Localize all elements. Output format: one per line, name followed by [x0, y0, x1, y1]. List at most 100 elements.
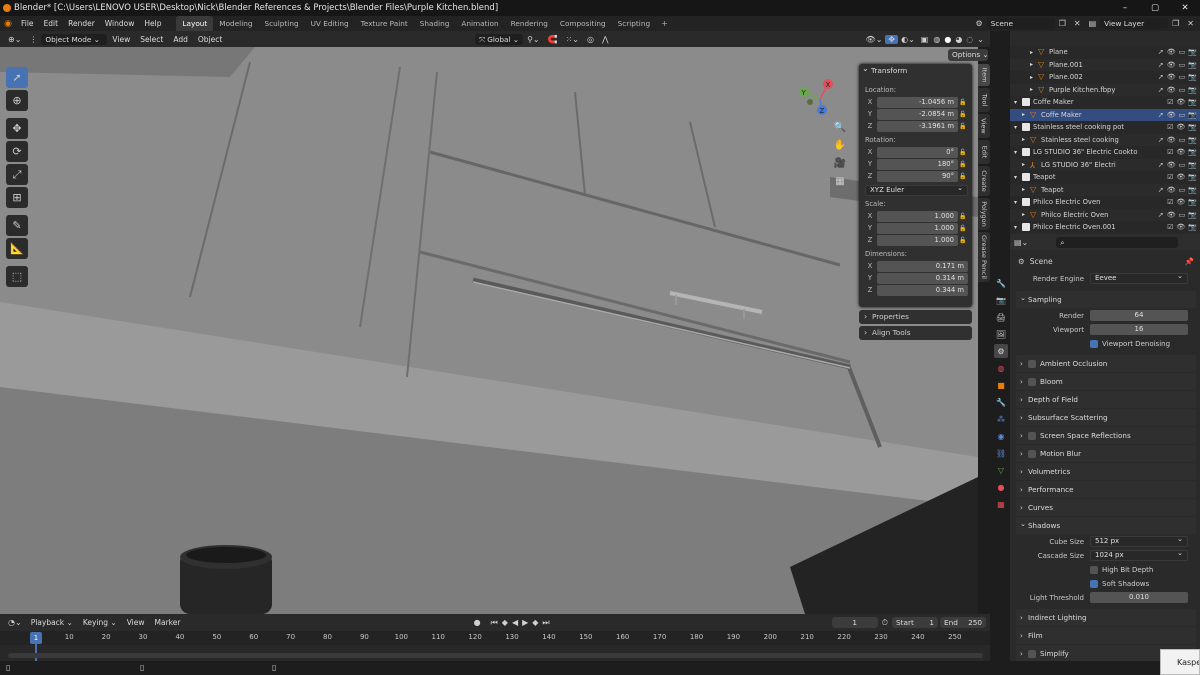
- outliner-row[interactable]: ▸ ▽ Plane.001 ➚ 👁 ▭ 📷: [1010, 58, 1200, 71]
- section-indirect-lighting[interactable]: Indirect Lighting: [1016, 609, 1196, 626]
- close-window-button[interactable]: ✕: [1170, 0, 1200, 16]
- snap-target-icon[interactable]: ⁙⌄: [562, 35, 583, 44]
- shadows-section[interactable]: Shadows: [1016, 515, 1196, 534]
- proportional-edit-icon[interactable]: ◎: [583, 35, 598, 44]
- render-camera-icon[interactable]: 📷: [1188, 46, 1197, 59]
- section-screen-space-reflections[interactable]: Screen Space Reflections: [1016, 427, 1196, 444]
- render-camera-icon[interactable]: 📷: [1188, 146, 1197, 159]
- scene-tab-icon[interactable]: ⚙: [994, 344, 1008, 358]
- add-workspace-button[interactable]: +: [656, 19, 673, 28]
- visibility-eye-icon[interactable]: 👁: [1167, 159, 1176, 172]
- section-enable-checkbox[interactable]: [1028, 650, 1036, 658]
- location-z-field[interactable]: -3.1961 m: [877, 120, 958, 132]
- section-enable-checkbox[interactable]: [1028, 450, 1036, 458]
- tab-uv-editing[interactable]: UV Editing: [305, 16, 355, 31]
- exclude-checkbox-icon[interactable]: ☑: [1167, 121, 1173, 134]
- render-samples-field[interactable]: 64: [1090, 310, 1188, 321]
- timeline[interactable]: 1 10 20 30 40 50 60 70 80 90 100 110 120 130 140 150 16…: [0, 631, 990, 661]
- scene-icon[interactable]: ⚙: [976, 19, 987, 28]
- jump-end-button[interactable]: ⏭: [540, 618, 551, 628]
- menu-file[interactable]: File: [16, 16, 39, 31]
- delete-scene-icon[interactable]: ✕: [1070, 19, 1085, 28]
- current-frame-field[interactable]: 1: [831, 617, 878, 628]
- outliner-row[interactable]: ▸ ▽ Philco Electric Oven ➚ 👁 ▭ 📷: [1010, 208, 1200, 222]
- align-tools-panel-header[interactable]: Align Tools: [859, 326, 972, 340]
- render-camera-icon[interactable]: 📷: [1188, 134, 1197, 147]
- timeline-menu-keying[interactable]: Keying ⌄: [78, 615, 122, 630]
- outliner-row[interactable]: ▸ ▽ Plane.002 ➚ 👁 ▭ 📷: [1010, 71, 1200, 84]
- tab-texture-paint[interactable]: Texture Paint: [355, 16, 414, 31]
- location-y-field[interactable]: -2.0854 m: [877, 108, 958, 120]
- section-enable-checkbox[interactable]: [1028, 378, 1036, 386]
- shading-rendered-icon[interactable]: ◌: [964, 35, 975, 44]
- output-tab-icon[interactable]: 🖨: [994, 310, 1008, 324]
- lock-icon[interactable]: 🔓: [958, 173, 968, 180]
- viewport-denoising-checkbox[interactable]: [1090, 339, 1098, 348]
- visibility-eye-icon[interactable]: 👁: [1176, 221, 1185, 234]
- select-arrow-icon[interactable]: ➚: [1158, 109, 1164, 122]
- section-ambient-occlusion[interactable]: Ambient Occlusion: [1016, 355, 1196, 372]
- outliner-row[interactable]: ▸ ▽ Coffe Maker ➚ 👁 ▭ 📷: [1010, 108, 1200, 122]
- particles-tab-icon[interactable]: ⁂: [994, 412, 1008, 426]
- tab-sculpting[interactable]: Sculpting: [259, 16, 305, 31]
- menu-help[interactable]: Help: [139, 16, 166, 31]
- visibility-eye-icon[interactable]: 👁: [1167, 109, 1176, 122]
- expand-arrow-icon[interactable]: ▾: [1014, 224, 1022, 231]
- properties-panel-header[interactable]: Properties: [859, 310, 972, 324]
- light-threshold-field[interactable]: 0.010: [1090, 592, 1188, 603]
- tab-grease-pencil[interactable]: Grease Pencil: [978, 232, 990, 282]
- shading-material-icon[interactable]: ◕: [953, 35, 964, 44]
- tab-modeling[interactable]: Modeling: [213, 16, 258, 31]
- select-arrow-icon[interactable]: ➚: [1158, 184, 1164, 197]
- add-cube-tool[interactable]: ⬚: [6, 266, 28, 287]
- expand-arrow-icon[interactable]: ▾: [1014, 99, 1022, 106]
- notification-popup[interactable]: Kaspe: [1160, 649, 1200, 675]
- outliner-row[interactable]: ▸ ▽ Stainless steel cooking ➚ 👁 ▭ 📷: [1010, 133, 1200, 147]
- viewport-monitor-icon[interactable]: ▭: [1179, 109, 1186, 122]
- visibility-eye-icon[interactable]: 👁: [1176, 146, 1185, 159]
- viewport-monitor-icon[interactable]: ▭: [1179, 46, 1186, 59]
- texture-tab-icon[interactable]: ▦: [994, 497, 1008, 511]
- dimensions-z-field[interactable]: 0.344 m: [877, 284, 968, 296]
- viewport-samples-field[interactable]: 16: [1090, 324, 1188, 335]
- falloff-icon[interactable]: ⋀: [598, 35, 613, 44]
- section-volumetrics[interactable]: Volumetrics: [1016, 463, 1196, 480]
- tab-animation[interactable]: Animation: [455, 16, 504, 31]
- move-tool[interactable]: ✥: [6, 118, 28, 139]
- tab-view[interactable]: View: [978, 114, 990, 138]
- tab-rendering[interactable]: Rendering: [505, 16, 554, 31]
- render-camera-icon[interactable]: 📷: [1188, 184, 1197, 197]
- render-camera-icon[interactable]: 📷: [1188, 221, 1197, 234]
- view-layer-tab-icon[interactable]: 🖼: [994, 327, 1008, 341]
- expand-arrow-icon[interactable]: ▾: [1014, 149, 1022, 156]
- menu-edit[interactable]: Edit: [39, 16, 64, 31]
- outliner-row[interactable]: ▾ Stainless steel cooking pot ☑ 👁 📷: [1010, 121, 1200, 134]
- section-enable-checkbox[interactable]: [1028, 360, 1036, 368]
- visibility-eye-icon[interactable]: 👁: [1167, 71, 1176, 84]
- viewport-menu-add[interactable]: Add: [168, 32, 193, 47]
- jump-start-button[interactable]: ⏮: [489, 618, 500, 628]
- lock-icon[interactable]: 🔓: [958, 225, 968, 232]
- scale-z-field[interactable]: 1.000: [877, 234, 958, 246]
- visibility-eye-icon[interactable]: 👁: [1176, 96, 1185, 109]
- tab-tool[interactable]: Tool: [978, 88, 990, 112]
- section-film[interactable]: Film: [1016, 627, 1196, 644]
- lock-icon[interactable]: 🔓: [958, 99, 968, 106]
- sampling-section[interactable]: Sampling: [1016, 289, 1196, 308]
- lock-icon[interactable]: 🔓: [958, 149, 968, 156]
- outliner-row[interactable]: ▸ ▽ Plane ➚ 👁 ▭ 📷: [1010, 46, 1200, 59]
- properties-search[interactable]: ⌕: [1056, 236, 1179, 248]
- render-camera-icon[interactable]: 📷: [1188, 171, 1197, 184]
- render-camera-icon[interactable]: 📷: [1188, 71, 1197, 84]
- viewport-monitor-icon[interactable]: ▭: [1179, 209, 1186, 222]
- select-arrow-icon[interactable]: ➚: [1158, 71, 1164, 84]
- render-camera-icon[interactable]: 📷: [1188, 96, 1197, 109]
- viewport-menu-select[interactable]: Select: [135, 32, 168, 47]
- shading-wireframe-icon[interactable]: ◍: [931, 35, 942, 44]
- rotation-mode-dropdown[interactable]: XYZ Euler: [865, 184, 968, 196]
- location-x-field[interactable]: -1.0456 m: [877, 96, 958, 108]
- cursor-tool[interactable]: ⊕: [6, 90, 28, 111]
- tab-create[interactable]: Create: [978, 166, 990, 196]
- section-motion-blur[interactable]: Motion Blur: [1016, 445, 1196, 462]
- lock-icon[interactable]: 🔓: [958, 237, 968, 244]
